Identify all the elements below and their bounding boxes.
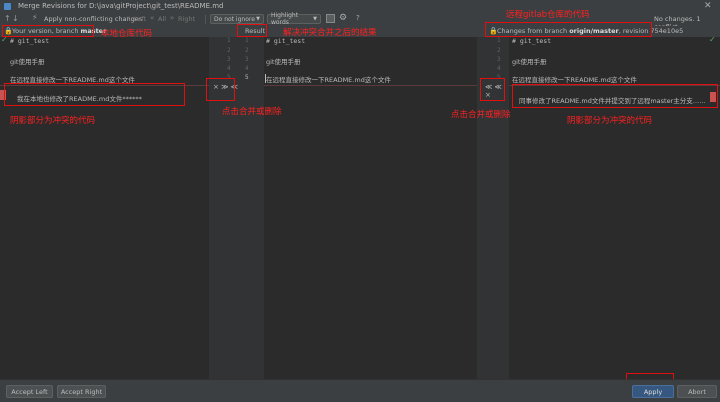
local-repo-highlight <box>2 25 94 37</box>
wand-icon[interactable]: ⚡ <box>32 13 38 22</box>
remote-repo-highlight <box>485 22 652 37</box>
annotation-resolve-result: 解决冲突合并之后的结果 <box>283 28 377 38</box>
prev-arrow-icon[interactable]: ↑ <box>4 14 11 23</box>
left-gutter-line-2: 2 <box>227 47 231 54</box>
center-gutter-line-3: 3 <box>245 56 249 63</box>
accept-right-button[interactable]: Accept Right <box>57 385 106 398</box>
ignore-dropdown[interactable]: Do not ignore ▼ <box>210 14 264 24</box>
left-gutter-line-4: 4 <box>227 65 231 72</box>
chevron-down-icon: ▼ <box>313 16 317 22</box>
right-gutter-line-3: 3 <box>497 56 501 63</box>
center-gutter-line-1: 1 <box>245 37 249 44</box>
result-line-1: # git_test <box>266 37 306 45</box>
highlight-dropdown[interactable]: Highlight words ▼ <box>267 12 321 26</box>
annotation-shadow-left: 阴影部分为冲突的代码 <box>10 116 96 126</box>
toolbar-separator <box>205 15 206 24</box>
left-button[interactable]: Left <box>134 15 146 23</box>
right-line-5: 在远程直接修改一下README.md这个文件 <box>512 76 637 84</box>
annotation-click-merge-left: 点击合并或删除 <box>222 107 282 117</box>
window-title: Merge Revisions for D:\java\gitProject\g… <box>18 2 224 10</box>
left-merge-controls-highlight <box>206 78 235 101</box>
right-gutter-line-1: 1 <box>497 37 501 44</box>
right-gutter-line-2: 2 <box>497 47 501 54</box>
annotation-shadow-right: 阴影部分为冲突的代码 <box>567 116 653 126</box>
accept-left-button[interactable]: Accept Left <box>6 385 53 398</box>
annotation-click-merge-right: 点击合并或删除 <box>451 110 511 120</box>
right-merge-controls-highlight <box>480 78 505 101</box>
result-header-highlight <box>237 24 267 37</box>
result-line-3: git使用手册 <box>266 58 301 66</box>
right-conflict-highlight <box>512 84 718 108</box>
highlight-dropdown-value: Highlight words <box>271 12 299 26</box>
result-cursor <box>265 74 266 83</box>
right-button[interactable]: Right <box>178 15 195 23</box>
check-icon: ✓ <box>709 35 716 44</box>
help-icon[interactable]: ? <box>356 14 360 22</box>
result-line-5: 在远程直接修改一下README.md这个文件 <box>266 76 391 84</box>
abort-button[interactable]: Abort <box>677 385 717 398</box>
left-gutter-line-3: 3 <box>227 56 231 63</box>
center-gutter-line-2: 2 <box>245 47 249 54</box>
left-line-3: git使用手册 <box>10 58 45 66</box>
bottom-bar: Accept Left Accept Right Apply Abort <box>0 379 720 402</box>
center-gutter-line-4: 4 <box>245 65 249 72</box>
gear-icon[interactable]: ⚙ <box>339 13 347 23</box>
chevron-down-icon: ▼ <box>256 16 260 22</box>
ignore-dropdown-value: Do not ignore <box>214 15 255 23</box>
result-conflict-line <box>264 85 477 86</box>
left-gutter-line-1: 1 <box>227 37 231 44</box>
next-arrow-icon[interactable]: ↓ <box>12 14 19 23</box>
center-gutter-line-5: 5 <box>245 74 249 81</box>
result-editor-pane[interactable]: # git_test git使用手册 在远程直接修改一下README.md这个文… <box>264 37 477 379</box>
columns-icon[interactable] <box>326 14 335 23</box>
left-line-1: # git_test <box>10 37 50 45</box>
app-icon <box>4 3 11 10</box>
annotation-local-repo: 本地仓库代码 <box>101 29 153 39</box>
right-gutter-line-4: 4 <box>497 65 501 72</box>
left-arrow-icon[interactable]: « <box>126 14 130 22</box>
all-button[interactable]: All <box>158 15 166 23</box>
title-bar: Merge Revisions for D:\java\gitProject\g… <box>0 0 720 12</box>
right-line-1: # git_test <box>512 37 552 45</box>
all-icon[interactable]: « <box>150 14 154 22</box>
close-icon[interactable]: ✕ <box>704 1 712 11</box>
left-conflict-highlight <box>4 83 185 106</box>
apply-button[interactable]: Apply <box>632 385 674 398</box>
annotation-remote-repo: 远程gitlab仓库的代码 <box>506 10 590 20</box>
right-arrow-icon[interactable]: » <box>170 14 174 22</box>
right-line-3: git使用手册 <box>512 58 547 66</box>
